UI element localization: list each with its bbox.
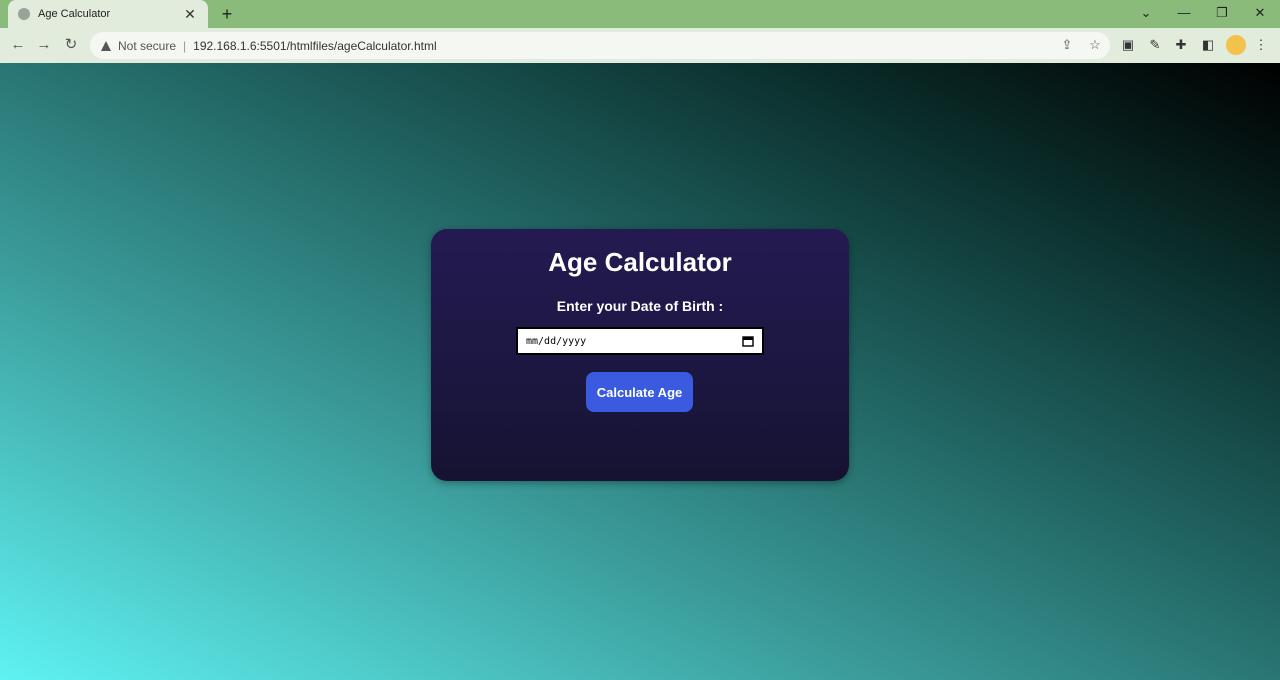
tab-close-icon[interactable]: ✕ [182, 6, 198, 23]
date-of-birth-input[interactable]: mm/dd/yyyy [516, 327, 764, 355]
close-window-button[interactable]: ✕ [1248, 3, 1272, 23]
share-icon[interactable]: ⇪ [1058, 36, 1076, 54]
separator: | [183, 38, 187, 53]
tab-strip: Age Calculator ✕ + ⌄ — ❐ ✕ [0, 0, 1280, 28]
globe-icon [18, 8, 30, 20]
pen-icon[interactable]: ✎ [1146, 36, 1164, 54]
extension-icon[interactable]: ▣ [1119, 36, 1137, 54]
dob-label: Enter your Date of Birth : [556, 298, 724, 314]
new-tab-button[interactable]: + [216, 3, 238, 25]
security-label: Not secure [118, 38, 177, 53]
sidebar-icon[interactable]: ◧ [1199, 36, 1217, 54]
toolbar: ← → ↻ Not secure | 192.168.1.6:5501/html… [0, 28, 1280, 64]
date-input-value: mm/dd/yyyy [526, 335, 587, 347]
back-icon[interactable]: ← [7, 34, 29, 56]
browser-tab[interactable]: Age Calculator ✕ [8, 0, 208, 28]
star-icon[interactable]: ☆ [1086, 36, 1104, 54]
tab-search-icon[interactable]: ⌄ [1134, 3, 1158, 23]
omnibox-actions: ⇪ ☆ [1058, 36, 1104, 54]
profile-avatar[interactable] [1226, 35, 1246, 55]
puzzle-icon[interactable]: ✚ [1172, 36, 1190, 54]
restore-button[interactable]: ❐ [1210, 3, 1234, 23]
minimize-button[interactable]: — [1172, 3, 1196, 23]
reload-icon[interactable]: ↻ [60, 34, 82, 56]
age-calculator-card: Age Calculator Enter your Date of Birth … [431, 229, 849, 481]
calculate-age-button[interactable]: Calculate Age [586, 372, 693, 412]
tab-title: Age Calculator [38, 8, 111, 20]
url-text: 192.168.1.6:5501/htmlfiles/ageCalculator… [193, 38, 437, 53]
page-title: Age Calculator [548, 247, 732, 277]
page-viewport: Age Calculator Enter your Date of Birth … [0, 63, 1280, 680]
menu-icon[interactable]: ⋮ [1252, 36, 1270, 54]
warning-icon [101, 40, 111, 51]
address-bar[interactable]: Not secure | 192.168.1.6:5501/htmlfiles/… [90, 32, 1110, 59]
forward-icon[interactable]: → [33, 34, 55, 56]
calendar-icon[interactable] [742, 335, 754, 347]
